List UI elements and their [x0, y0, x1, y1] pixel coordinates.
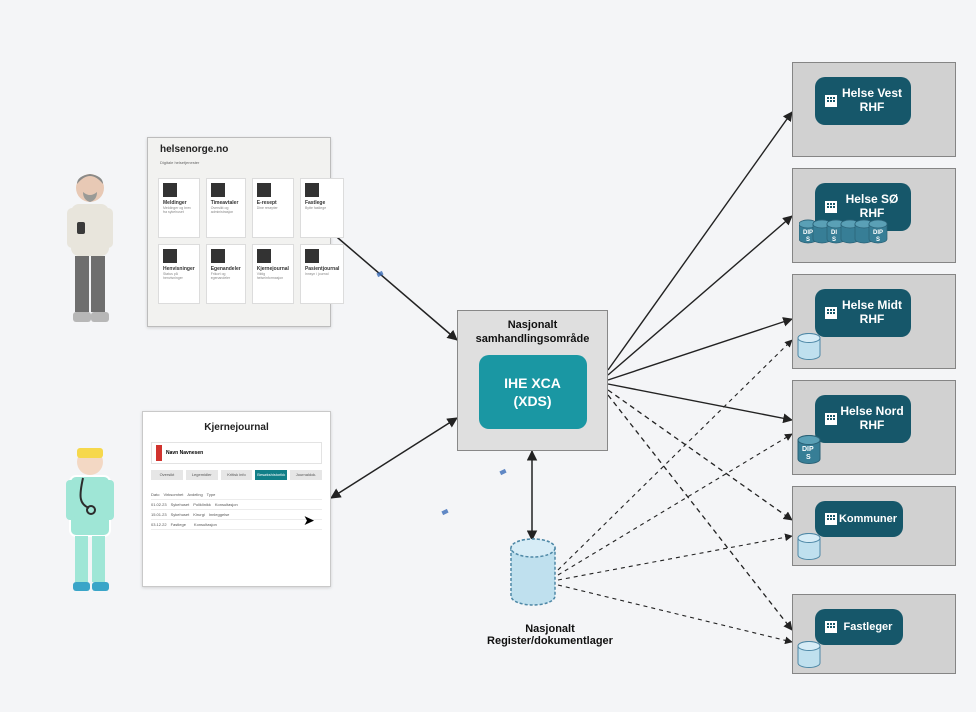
org-name-l2: RHF	[860, 418, 885, 432]
org-name-l2: RHF	[860, 206, 885, 220]
building-icon	[823, 93, 839, 109]
artifact	[441, 509, 448, 515]
dips-cluster: DIP S DI S DIP S	[799, 219, 949, 247]
org-name-l2: RHF	[860, 100, 885, 114]
tab[interactable]: Journaldok.	[290, 470, 322, 480]
org-kommuner: Kommuner	[792, 486, 956, 566]
core-line1: IHE XCA	[504, 374, 561, 392]
org-badge: Fastleger	[815, 609, 903, 645]
building-icon	[823, 511, 839, 527]
org-name-l1: Helse Vest	[842, 86, 902, 100]
building-icon	[823, 199, 839, 215]
helsenorge-portal-title: helsenorge.no	[160, 144, 228, 155]
db-icon	[797, 333, 821, 361]
portal-tile[interactable]: KjernejournalViktig helseinformasjon	[252, 244, 294, 304]
org-helse-vest: Helse Vest RHF	[792, 62, 956, 157]
portal-tile[interactable]: MeldingerMeldinger og brev fra sykehuset	[158, 178, 200, 238]
svg-text:S: S	[832, 237, 836, 243]
portal-tile[interactable]: TimeavtalerOversikt og administrasjon	[206, 178, 246, 238]
table-row: DatoVirksomhetAvdelingType	[151, 490, 322, 500]
core-line2: (XDS)	[513, 392, 551, 410]
kjernejournal-tabs: Oversikt Legemidler Kritisk info Besøksh…	[151, 470, 322, 480]
tab[interactable]: Oversikt	[151, 470, 183, 480]
building-icon	[823, 619, 839, 635]
org-badge: Helse Vest RHF	[815, 77, 911, 125]
ihe-xca-core: IHE XCA (XDS)	[479, 355, 587, 429]
national-interop-hub: Nasjonalt samhandlingsområde IHE XCA (XD…	[457, 310, 608, 451]
helsenorge-portal-subtitle: Digitale helsetjenester	[160, 160, 318, 165]
svg-text:DIP: DIP	[873, 230, 883, 236]
org-badge: Kommuner	[815, 501, 903, 537]
org-helse-so: Helse SØ RHF DIP S DI S DIP S	[792, 168, 956, 263]
patient-name: Navn Navnesen	[166, 450, 203, 456]
building-icon	[823, 411, 839, 427]
table-row[interactable]: 15.01.23SykehusetKirurgiInnleggelse	[151, 510, 322, 520]
org-badge: Helse Nord RHF	[815, 395, 911, 443]
patient-header: Navn Navnesen	[151, 442, 322, 464]
org-name-l1: Helse SØ	[846, 192, 899, 206]
org-badge: Helse Midt RHF	[815, 289, 911, 337]
svg-text:DIP: DIP	[802, 446, 814, 453]
mouse-cursor-icon: ➤	[303, 512, 315, 529]
org-name-l2: RHF	[860, 312, 885, 326]
building-icon	[823, 305, 839, 321]
kjernejournal-title: Kjernejournal	[204, 422, 268, 433]
hub-title-line1: Nasjonalt	[458, 319, 607, 331]
tab-active[interactable]: Besøkshistorikk	[255, 470, 287, 480]
svg-text:DI: DI	[831, 230, 837, 236]
diagram-canvas: helsenorge.no Digitale helsetjenester Me…	[0, 0, 976, 712]
portal-tile[interactable]: HenvisningerStatus på henvisninger	[158, 244, 200, 304]
svg-text:S: S	[806, 454, 811, 461]
artifact	[499, 469, 506, 475]
db-icon	[797, 641, 821, 669]
portal-tile[interactable]: FastlegeBytte fastlege	[300, 178, 344, 238]
dips-dbs-icon: DIP S DI S DIP S	[799, 219, 949, 247]
org-name-l1: Helse Midt	[842, 298, 902, 312]
alert-bar-icon	[156, 445, 162, 461]
db-icon	[797, 533, 821, 561]
org-helse-nord: Helse Nord RHF DIP S	[792, 380, 956, 475]
portal-tile[interactable]: E-reseptDine resepter	[252, 178, 294, 238]
patient-icon	[55, 170, 125, 330]
dips-db-icon: DIP S	[797, 435, 821, 465]
clinician-icon	[55, 446, 125, 596]
national-register-label: Nasjonalt Register/dokumentlager	[470, 623, 630, 647]
org-fastleger: Fastleger	[792, 594, 956, 674]
artifact	[376, 271, 383, 277]
org-name: Kommuner	[839, 513, 897, 525]
helsenorge-portal-tiles: MeldingerMeldinger og brev fra sykehuset…	[158, 178, 320, 304]
tab[interactable]: Legemidler	[186, 470, 218, 480]
org-helse-midt: Helse Midt RHF	[792, 274, 956, 369]
national-register-db-icon	[508, 538, 558, 608]
tab[interactable]: Kritisk info	[221, 470, 253, 480]
org-name: Fastleger	[844, 621, 893, 633]
svg-text:S: S	[876, 237, 880, 243]
table-row[interactable]: 01.02.23SykehusetPoliklinikkKonsultasjon	[151, 500, 322, 510]
visit-history-table: DatoVirksomhetAvdelingType 01.02.23Sykeh…	[151, 490, 322, 576]
kjernejournal-app-card: Kjernejournal Navn Navnesen Oversikt Leg…	[142, 411, 331, 587]
helsenorge-portal-card: helsenorge.no Digitale helsetjenester Me…	[147, 137, 331, 327]
portal-tile[interactable]: PasientjournalInnsyn i journal	[300, 244, 344, 304]
table-row[interactable]: 03.12.22FastlegeKonsultasjon	[151, 520, 322, 530]
portal-tile[interactable]: EgenandelerFrikort og egenandeler	[206, 244, 246, 304]
svg-text:S: S	[806, 237, 810, 243]
svg-text:DIP: DIP	[803, 230, 813, 236]
hub-title-line2: samhandlingsområde	[458, 333, 607, 345]
org-name-l1: Helse Nord	[840, 404, 903, 418]
